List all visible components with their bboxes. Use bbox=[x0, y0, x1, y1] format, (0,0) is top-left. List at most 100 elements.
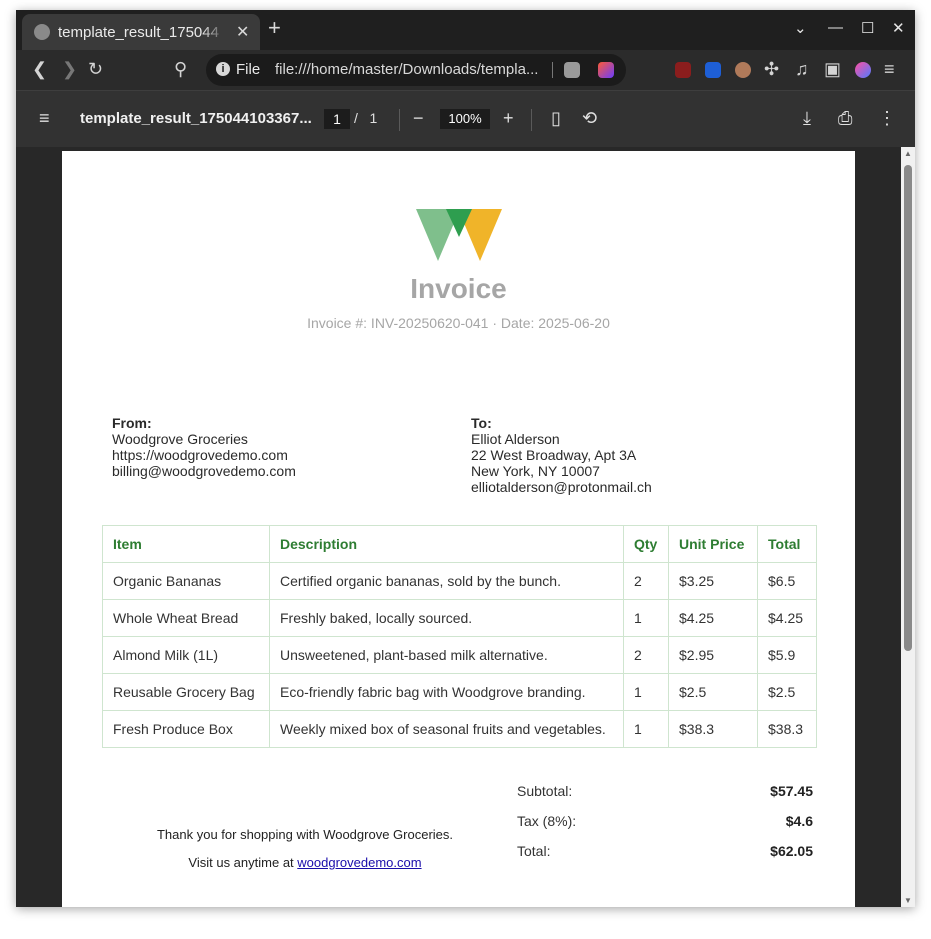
from-line: Woodgrove Groceries bbox=[112, 431, 248, 447]
page-number-input[interactable]: 1 bbox=[324, 109, 350, 129]
tax-row: Tax (8%): $4.6 bbox=[517, 813, 813, 843]
to-label: To: bbox=[471, 415, 492, 431]
scroll-up-icon[interactable]: ▲ bbox=[904, 149, 912, 158]
totals-block: Subtotal: $57.45 Tax (8%): $4.6 Total: $… bbox=[517, 783, 813, 873]
menu-icon[interactable]: ≡ bbox=[884, 59, 895, 79]
music-icon[interactable]: ♫ bbox=[795, 59, 809, 79]
thank-you-note: Thank you for shopping with Woodgrove Gr… bbox=[156, 827, 454, 842]
pdf-title: template_result_175044103367... bbox=[80, 110, 312, 127]
table-cell: $4.25 bbox=[757, 599, 817, 637]
table-cell: $38.3 bbox=[668, 710, 758, 748]
table-cell: 2 bbox=[623, 636, 669, 674]
print-icon[interactable]: ⎙ bbox=[838, 108, 852, 128]
invoice-items-table: Item Description Qty Unit Price Total Or… bbox=[102, 525, 817, 748]
table-cell: Almond Milk (1L) bbox=[102, 636, 270, 674]
column-header: Unit Price bbox=[668, 525, 758, 563]
table-cell: $2.5 bbox=[668, 673, 758, 711]
download-icon[interactable]: ⤓ bbox=[803, 108, 811, 128]
subtotal-row: Subtotal: $57.45 bbox=[517, 783, 813, 813]
to-address: To: Elliot Alderson 22 West Broadway, Ap… bbox=[471, 415, 652, 495]
table-cell: Whole Wheat Bread bbox=[102, 599, 270, 637]
visit-prefix: Visit us anytime at bbox=[188, 855, 298, 870]
back-icon[interactable]: ❮ bbox=[32, 59, 47, 79]
browser-toolbar: ❮ ❯ ↻ ⚲ i File file:///home/master/Downl… bbox=[16, 50, 915, 90]
table-row: Whole Wheat Bread Freshly baked, locally… bbox=[102, 599, 817, 637]
extension-avatar-icon[interactable] bbox=[735, 62, 751, 78]
active-tab[interactable]: template_result_175044 ✕ bbox=[22, 14, 260, 50]
bitwarden-icon[interactable] bbox=[705, 62, 721, 78]
globe-icon bbox=[34, 24, 50, 40]
ublock-icon[interactable] bbox=[675, 62, 691, 78]
table-cell: $38.3 bbox=[757, 710, 817, 748]
fit-page-icon[interactable]: ▯ bbox=[551, 108, 561, 128]
address-bar[interactable]: i File file:///home/master/Downloads/tem… bbox=[206, 54, 626, 86]
subtotal-label: Subtotal: bbox=[517, 783, 573, 799]
table-cell: 1 bbox=[623, 599, 669, 637]
to-line: New York, NY 10007 bbox=[471, 463, 600, 479]
more-options-icon[interactable]: ⋮ bbox=[878, 108, 896, 128]
website-link[interactable]: woodgrovedemo.com bbox=[297, 855, 421, 870]
total-value: $62.05 bbox=[770, 843, 813, 859]
from-address: From: Woodgrove Groceries https://woodgr… bbox=[112, 415, 296, 479]
column-header: Description bbox=[269, 525, 624, 563]
maximize-button[interactable]: ☐ bbox=[861, 19, 874, 37]
brave-rewards-icon[interactable] bbox=[598, 62, 614, 78]
total-row: Total: $62.05 bbox=[517, 843, 813, 873]
profile-icon[interactable] bbox=[855, 62, 871, 78]
table-cell: Unsweetened, plant-based milk alternativ… bbox=[269, 636, 624, 674]
brave-shield-icon[interactable] bbox=[564, 62, 580, 78]
puzzle-icon[interactable]: ✣ bbox=[764, 59, 779, 79]
browser-window: template_result_175044 ✕ + ⌄ — ☐ ✕ ❮ ❯ ↻… bbox=[16, 10, 915, 907]
zoom-input[interactable]: 100% bbox=[440, 109, 490, 129]
info-icon[interactable]: i bbox=[216, 62, 230, 76]
to-line: elliotalderson@protonmail.ch bbox=[471, 479, 652, 495]
table-cell: Eco-friendly fabric bag with Woodgrove b… bbox=[269, 673, 624, 711]
invoice-title: Invoice bbox=[410, 273, 507, 304]
column-header: Item bbox=[102, 525, 270, 563]
scroll-down-icon[interactable]: ▼ bbox=[904, 896, 912, 905]
woodgrove-logo bbox=[416, 209, 502, 261]
url-scheme: File bbox=[236, 61, 261, 78]
table-cell: $4.25 bbox=[668, 599, 758, 637]
tab-bar: template_result_175044 ✕ + ⌄ — ☐ ✕ bbox=[16, 10, 915, 50]
table-row: Almond Milk (1L) Unsweetened, plant-base… bbox=[102, 636, 817, 674]
url-text[interactable]: file:///home/master/Downloads/templa... bbox=[275, 61, 551, 78]
total-label: Total: bbox=[517, 843, 551, 859]
close-window-button[interactable]: ✕ bbox=[892, 19, 905, 37]
from-label: From: bbox=[112, 415, 152, 431]
minimize-button[interactable]: — bbox=[828, 19, 843, 36]
table-cell: $2.95 bbox=[668, 636, 758, 674]
hamburger-menu-icon[interactable]: ≡ bbox=[39, 108, 50, 128]
table-cell: $2.5 bbox=[757, 673, 817, 711]
to-line: 22 West Broadway, Apt 3A bbox=[471, 447, 637, 463]
close-tab-icon[interactable]: ✕ bbox=[236, 22, 249, 42]
zoom-in-icon[interactable]: + bbox=[503, 108, 514, 128]
bookmark-icon[interactable]: ⚲ bbox=[174, 59, 187, 79]
forward-icon[interactable]: ❯ bbox=[62, 59, 77, 79]
rotate-icon[interactable]: ⟲ bbox=[582, 108, 597, 128]
sidebar-icon[interactable]: ▣ bbox=[824, 59, 841, 79]
column-header: Qty bbox=[623, 525, 669, 563]
table-cell: Organic Bananas bbox=[102, 562, 270, 600]
table-cell: 2 bbox=[623, 562, 669, 600]
vertical-scrollbar[interactable]: ▲ ▼ bbox=[901, 147, 915, 907]
column-header: Total bbox=[757, 525, 817, 563]
scroll-thumb[interactable] bbox=[904, 165, 912, 651]
tab-search-chevron-icon[interactable]: ⌄ bbox=[794, 19, 807, 37]
reload-icon[interactable]: ↻ bbox=[88, 59, 103, 79]
table-row: Reusable Grocery Bag Eco-friendly fabric… bbox=[102, 673, 817, 711]
table-header-row: Item Description Qty Unit Price Total bbox=[102, 525, 817, 563]
table-cell: Fresh Produce Box bbox=[102, 710, 270, 748]
pdf-viewport[interactable]: Invoice Invoice #: INV-20250620-041 · Da… bbox=[16, 147, 915, 907]
toolbar-divider bbox=[399, 109, 400, 131]
new-tab-button[interactable]: + bbox=[268, 17, 281, 39]
tax-label: Tax (8%): bbox=[517, 813, 577, 829]
subtotal-value: $57.45 bbox=[770, 783, 813, 799]
table-cell: 1 bbox=[623, 710, 669, 748]
zoom-out-icon[interactable]: − bbox=[413, 108, 424, 128]
table-cell: Reusable Grocery Bag bbox=[102, 673, 270, 711]
table-cell: $3.25 bbox=[668, 562, 758, 600]
table-cell: 1 bbox=[623, 673, 669, 711]
table-row: Organic Bananas Certified organic banana… bbox=[102, 562, 817, 600]
visit-note: Visit us anytime at woodgrovedemo.com bbox=[110, 855, 500, 870]
